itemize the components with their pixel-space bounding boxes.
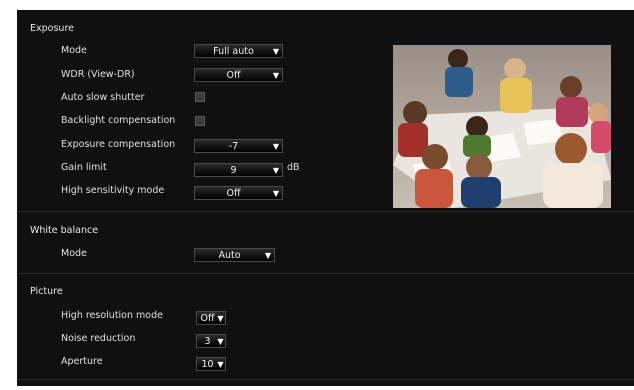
aperture-label: Aperture [61,356,103,367]
triangle-down-icon: ▼ [272,188,280,198]
gain-limit-value: 9 [230,164,237,176]
exposure-mode-select[interactable]: Full auto ▼ [194,44,283,58]
backlight-compensation-checkbox[interactable] [195,116,205,126]
aperture-value: 10 [201,358,214,370]
white-balance-mode-value: Auto [218,249,241,261]
noise-reduction-select[interactable]: 3 ▼ [196,334,226,348]
exposure-mode-value: Full auto [213,45,254,57]
triangle-down-icon: ▼ [217,359,224,369]
wdr-value: Off [226,69,241,81]
aperture-select[interactable]: 10 ▼ [196,357,226,371]
exposure-compensation-label: Exposure compensation [61,139,176,150]
noise-reduction-label: Noise reduction [61,333,136,344]
wdr-label: WDR (View-DR) [61,69,135,80]
high-sensitivity-value: Off [226,187,241,199]
wdr-select[interactable]: Off ▼ [194,68,283,82]
triangle-down-icon: ▼ [264,250,272,260]
auto-slow-shutter-label: Auto slow shutter [61,92,145,103]
triangle-down-icon: ▼ [272,46,280,56]
triangle-down-icon: ▼ [217,313,224,323]
high-sensitivity-select[interactable]: Off ▼ [194,186,283,200]
triangle-down-icon: ▼ [272,70,280,80]
section-title-exposure: Exposure [30,23,74,34]
section-divider [17,379,634,380]
classroom-photo [393,45,611,208]
high-sensitivity-label: High sensitivity mode [61,185,165,196]
exposure-compensation-select[interactable]: -7 ▼ [194,139,283,153]
exposure-compensation-value: -7 [228,140,239,152]
section-title-picture: Picture [30,286,63,297]
backlight-compensation-label: Backlight compensation [61,115,176,126]
gain-limit-label: Gain limit [61,162,107,173]
section-divider [17,273,634,274]
section-divider [17,211,634,212]
triangle-down-icon: ▼ [217,336,224,346]
camera-settings-panel: Exposure Mode Full auto ▼ WDR (View-DR) … [17,10,634,386]
camera-preview-image [393,45,611,208]
white-balance-mode-label: Mode [61,248,87,259]
section-title-white-balance: White balance [30,225,99,236]
exposure-mode-label: Mode [61,45,87,56]
noise-reduction-value: 3 [204,335,211,347]
triangle-down-icon: ▼ [272,141,280,151]
high-resolution-select[interactable]: Off ▼ [196,311,226,325]
high-resolution-value: Off [200,312,215,324]
triangle-down-icon: ▼ [272,165,280,175]
gain-limit-unit: dB [287,162,300,173]
white-balance-mode-select[interactable]: Auto ▼ [194,248,275,262]
gain-limit-select[interactable]: 9 ▼ [194,163,283,177]
high-resolution-label: High resolution mode [61,310,163,321]
auto-slow-shutter-checkbox[interactable] [195,92,205,102]
